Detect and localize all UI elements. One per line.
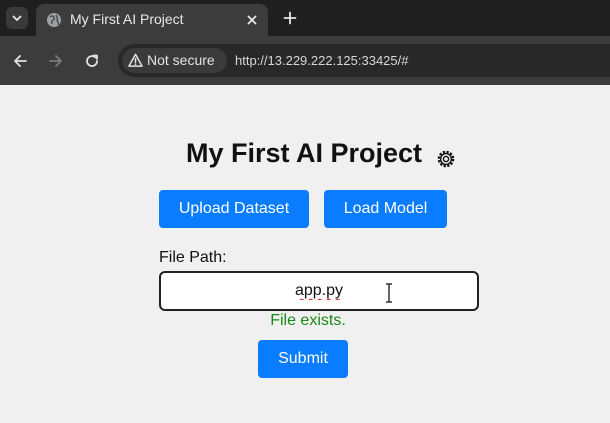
submit-button[interactable]: Submit xyxy=(258,340,348,378)
arrow-right-icon xyxy=(49,55,62,67)
address-bar[interactable]: Not secure http://13.229.222.125:33425/# xyxy=(118,44,610,77)
reload-button[interactable] xyxy=(81,50,103,72)
file-status-message: File exists. xyxy=(270,312,346,329)
load-model-button[interactable]: Load Model xyxy=(324,190,447,228)
not-secure-label: Not secure xyxy=(147,52,215,68)
plus-icon xyxy=(283,11,297,25)
arrow-left-icon xyxy=(14,55,27,67)
security-chip[interactable]: Not secure xyxy=(122,48,227,73)
tab-title: My First AI Project xyxy=(70,11,184,27)
page-viewport: My First AI Project Upload Dataset Load … xyxy=(0,85,610,423)
globe-icon xyxy=(47,13,61,27)
text-cursor-icon xyxy=(386,283,392,303)
browser-tab-bar: My First AI Project xyxy=(0,0,610,36)
forward-button[interactable] xyxy=(45,50,67,72)
url-text[interactable]: http://13.229.222.125:33425/# xyxy=(235,53,409,68)
page-title: My First AI Project xyxy=(186,138,423,168)
back-button[interactable] xyxy=(9,50,31,72)
chevron-down-icon xyxy=(12,15,22,21)
upload-dataset-button[interactable]: Upload Dataset xyxy=(159,190,309,228)
browser-tab[interactable]: My First AI Project xyxy=(36,4,268,36)
reload-icon xyxy=(86,54,98,67)
warning-triangle-icon xyxy=(128,53,143,67)
close-icon xyxy=(247,15,257,25)
gear-icon xyxy=(437,150,455,168)
file-path-input[interactable] xyxy=(159,271,479,311)
browser-toolbar: Not secure http://13.229.222.125:33425/# xyxy=(0,36,610,85)
file-path-label: File Path: xyxy=(159,249,227,266)
tab-close-button[interactable] xyxy=(242,10,262,30)
new-tab-button[interactable] xyxy=(280,8,300,28)
tab-list-button[interactable] xyxy=(6,7,28,29)
